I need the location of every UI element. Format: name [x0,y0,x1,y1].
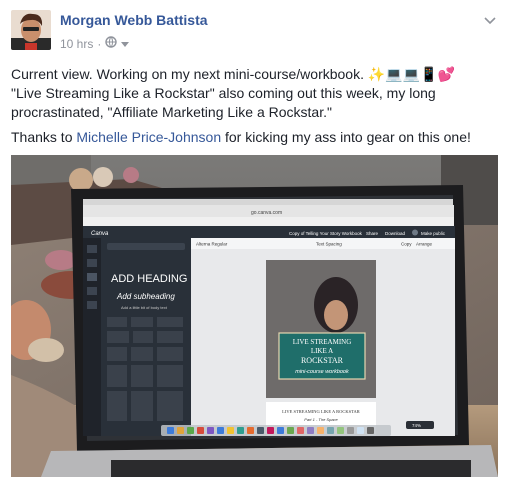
cover-title-line-1: LIVE STREAMING [293,338,352,346]
search-input[interactable] [107,243,185,250]
zoom-level: 74% [412,423,421,428]
canva-icon-rail [83,238,101,436]
author-name[interactable]: Morgan Webb Battista [60,12,208,28]
download-button[interactable]: Download [385,231,406,236]
avatar[interactable] [11,10,51,50]
copy-button[interactable]: Copy [401,242,412,247]
post-paragraph-2: Thanks to Michelle Price-Johnson for kic… [11,128,501,147]
add-heading-option[interactable]: ADD HEADING [111,273,187,285]
emoji-sequence: ✨💻💻📱💕 [367,66,456,82]
timestamp[interactable]: 10 hrs [60,37,93,51]
post-paragraph-1: Current view. Working on my next mini-co… [11,65,501,122]
font-combinations-grid[interactable] [107,317,183,421]
cover-title-line-2: LIKE A [311,347,333,355]
mention-link[interactable]: Michelle Price-Johnson [76,129,221,145]
text-spacing-button[interactable]: Text Spacing [316,242,342,247]
thanks-suffix: for kicking my ass into gear on this one… [221,129,471,145]
add-body-text-option[interactable]: Add a little bit of body text [121,305,168,310]
font-name-select[interactable]: Alterna Regular [196,242,228,247]
add-subheading-option[interactable]: Add subheading [116,292,175,301]
thanks-prefix: Thanks to [11,129,77,145]
audience-dropdown-icon[interactable] [121,37,130,51]
post-options-chevron-icon[interactable] [483,14,497,28]
post-photo[interactable]: go.canva.com Canva Copy of Telling Your … [11,155,498,477]
svg-text:Canva: Canva [91,231,109,237]
browser-url: go.canva.com [251,210,282,216]
globe-icon[interactable] [105,36,118,51]
public-toggle-icon[interactable] [412,229,418,236]
separator: · [97,36,102,51]
post-text-line-2: "Live Streaming Like a Rockstar" also co… [11,85,436,120]
doc-title: Copy of Telling Your Story Workbook [289,231,363,236]
mac-dock [161,425,391,436]
share-button[interactable]: Share [366,231,379,236]
dock-icons[interactable] [167,427,374,434]
post-text-line-1: Current view. Working on my next mini-co… [11,66,364,82]
page2-title: LIVE STREAMING LIKE A ROCKSTAR [282,409,360,414]
post-meta: 10 hrs · [60,36,130,51]
cover-script-text: mini-course workbook [295,369,349,375]
facebook-post: Morgan Webb Battista 10 hrs · Current vi… [0,0,509,481]
laptop-screen: go.canva.com Canva Copy of Telling Your … [83,195,458,441]
post-text: Current view. Working on my next mini-co… [11,65,501,147]
make-public-label[interactable]: Make public [421,231,446,236]
arrange-button[interactable]: Arrange [416,242,433,247]
page2-subtitle: Part 1 - The Space [304,417,338,422]
cover-title-line-3: ROCKSTAR [301,356,344,365]
